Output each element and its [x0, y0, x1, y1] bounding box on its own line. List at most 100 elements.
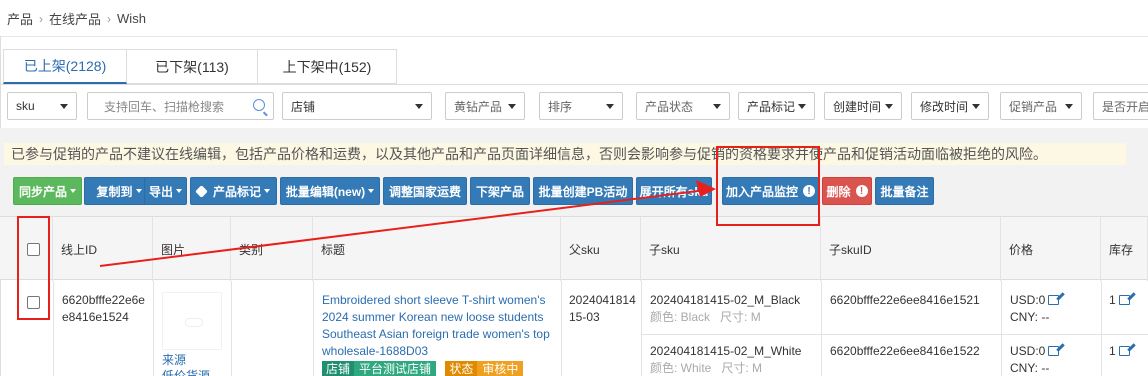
status-badge-value: 审核中: [477, 361, 524, 376]
variant-price: USD:0: [1010, 343, 1060, 360]
variant-sku: 202404181415-02_M_Black: [650, 293, 801, 307]
batch-create-pb-button[interactable]: 批量创建PB活动: [533, 177, 633, 205]
col-title: 标题: [313, 217, 561, 281]
variant-size: 尺寸: M: [721, 361, 763, 375]
delist-products-button[interactable]: 下架产品: [470, 177, 530, 205]
col-child-sku: 子sku: [641, 217, 821, 281]
enabled-select-value: 是否开启: [1102, 99, 1148, 114]
chevron-down-icon: [798, 104, 806, 109]
exclamation-icon: !: [855, 185, 868, 197]
promotion-warning: 已参与促销的产品不建议在线编辑，包括产品价格和运费，以及其他产品和产品页面详细信…: [4, 143, 1126, 165]
product-status-select[interactable]: 产品状态: [636, 92, 730, 120]
column-divider: [53, 281, 54, 376]
sku-select-value: sku: [16, 99, 35, 113]
delete-button[interactable]: 删除!: [822, 177, 872, 205]
breadcrumb-separator-icon: ›: [107, 11, 112, 26]
filter-bar: sku 支持回车、扫描枪搜索 店铺 黄钻产品 排序 产品状态 产品标记 创建时间…: [0, 92, 1148, 120]
diamond-product-select[interactable]: 黄钻产品: [445, 92, 525, 120]
product-title-link[interactable]: Embroidered short sleeve T-shirt women's…: [322, 292, 554, 360]
tab-listed[interactable]: 已上架(2128): [3, 49, 127, 84]
promo-product-select[interactable]: 促销产品: [1000, 92, 1082, 120]
sort-select-value: 排序: [548, 99, 573, 114]
search-icon[interactable]: [253, 99, 265, 111]
status-select-value: 产品状态: [645, 99, 694, 114]
col-category: 类别: [231, 217, 313, 281]
product-tag-select[interactable]: 产品标记: [738, 92, 815, 120]
copy-label: 复制到: [96, 184, 133, 199]
chevron-down-icon: [1065, 104, 1073, 109]
price-cny: CNY: --: [1010, 310, 1050, 324]
column-divider: [821, 281, 822, 376]
col-online-id: 线上ID: [53, 217, 153, 281]
row-badges: 店铺 平台测试店铺 状态 审核中: [322, 361, 524, 376]
low-price-source-link[interactable]: 低价货源: [162, 368, 210, 376]
col-parent-sku: 父sku: [561, 217, 641, 281]
edit-stock-icon[interactable]: [1118, 295, 1130, 305]
edit-price-icon[interactable]: [1048, 295, 1060, 305]
parent-sku-value: 202404181415-03: [569, 293, 636, 324]
product-tag-button[interactable]: 产品标记: [190, 177, 277, 205]
column-divider: [1101, 281, 1102, 376]
batch-edit-label: 批量编辑(new): [285, 184, 366, 199]
tabs-divider: [0, 84, 1148, 85]
enabled-select[interactable]: 是否开启: [1093, 92, 1148, 120]
status-badge-key: 状态: [445, 361, 478, 376]
chevron-down-icon: [415, 104, 423, 109]
variant-color: 颜色: Black: [650, 310, 711, 324]
adjust-country-shipping-button[interactable]: 调整国家运费: [383, 177, 467, 205]
product-image[interactable]: [162, 292, 222, 350]
col-image: 图片: [153, 217, 231, 281]
shop-badge-key: 店铺: [322, 361, 355, 376]
modified-time-select[interactable]: 修改时间: [911, 92, 989, 120]
shop-badge-value: 平台测试店铺: [354, 361, 437, 376]
annotation-checkbox-highlight: [17, 216, 50, 320]
batch-edit-button[interactable]: 批量编辑(new): [280, 177, 380, 205]
caret-down-icon: [368, 189, 375, 193]
promo-select-value: 促销产品: [1009, 99, 1058, 114]
tag-icon: [195, 184, 208, 198]
chevron-down-icon: [508, 104, 516, 109]
edit-price-icon[interactable]: [1048, 346, 1060, 356]
export-label: 导出: [148, 184, 173, 199]
table-header: 线上ID 图片 类别 标题 父sku 子sku 子skuID 价格 库存: [0, 216, 1148, 281]
breadcrumb-item-online-products[interactable]: 在线产品: [49, 9, 101, 28]
annotation-monitor-highlight: [716, 146, 820, 226]
created-time-select[interactable]: 创建时间: [824, 92, 902, 120]
sku-select[interactable]: sku: [7, 92, 77, 120]
variant-divider: [641, 334, 1148, 335]
price-usd: USD:0: [1010, 293, 1046, 307]
breadcrumb-item-wish: Wish: [117, 11, 146, 26]
tab-delisted[interactable]: 已下架(113): [127, 49, 258, 84]
sync-products-button[interactable]: 同步产品: [13, 177, 82, 205]
caret-down-icon: [264, 189, 270, 193]
shop-select[interactable]: 店铺: [282, 92, 432, 120]
variant-attrs: 颜色: White 尺寸: M: [650, 360, 762, 376]
edit-stock-icon[interactable]: [1118, 346, 1130, 356]
tab-in-progress[interactable]: 上下架中(152): [258, 49, 397, 84]
expand-all-sku-button[interactable]: 展开所有sku: [636, 177, 712, 205]
price-cny: CNY: --: [1010, 361, 1050, 375]
breadcrumb-separator-icon: ›: [39, 11, 44, 26]
breadcrumb-item-products[interactable]: 产品: [7, 9, 33, 28]
stock-value: 1: [1109, 344, 1116, 358]
price-usd: USD:0: [1010, 344, 1046, 358]
column-divider: [313, 281, 314, 376]
stock-value: 1: [1109, 293, 1116, 307]
status-badge: 状态 审核中: [445, 361, 524, 376]
image-source-link[interactable]: 来源: [162, 352, 186, 369]
col-stock: 库存: [1101, 217, 1148, 281]
column-divider: [561, 281, 562, 376]
export-button[interactable]: 导出: [144, 177, 187, 205]
header-divider: [0, 36, 1148, 37]
column-divider: [153, 281, 154, 376]
variant-sku: 202404181415-02_M_White: [650, 344, 802, 358]
column-divider: [1001, 281, 1002, 376]
variant-stock: 1: [1109, 292, 1130, 309]
variant-stock: 1: [1109, 343, 1130, 360]
sort-select[interactable]: 排序: [539, 92, 623, 120]
variant-price: USD:0: [1010, 292, 1060, 309]
variant-sku-id: 6620bfffe22e6ee8416e1521: [830, 293, 980, 307]
batch-note-button[interactable]: 批量备注: [875, 177, 934, 205]
search-input[interactable]: 支持回车、扫描枪搜索: [87, 92, 274, 120]
column-divider: [231, 281, 232, 376]
